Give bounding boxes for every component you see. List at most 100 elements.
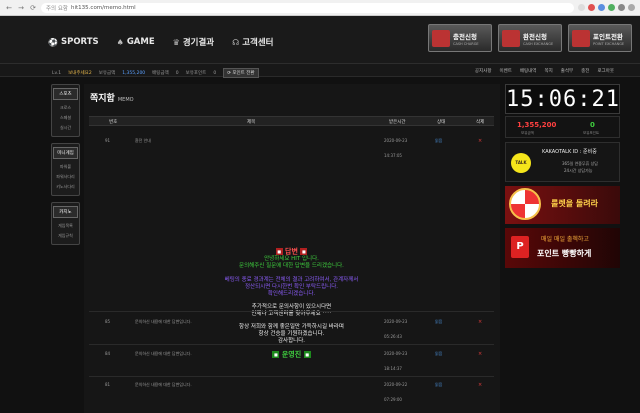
cash-icon	[572, 30, 590, 47]
memo-line: 확인해드리겠습니다.	[267, 290, 316, 297]
site-header: ⚽ SPORTS ♠ GAME ♛ 경기결과 ☊ 고객센터 충전신청 CASH CHAR…	[0, 16, 640, 64]
sidebar-item[interactable]: 파워사다리	[53, 172, 78, 182]
col-received-time: 받은시간	[389, 120, 406, 125]
cash-icon	[432, 30, 450, 47]
row-subject[interactable]: 문의하신 내용에 대한 답변입니다.	[135, 382, 192, 388]
trophy-icon: ♛	[172, 37, 180, 47]
bet-label: 배팅금액	[152, 71, 169, 76]
sidebar-item[interactable]: 게임규칙	[53, 231, 78, 241]
address-bar[interactable]: 주의 요함 hit135.com/memo.html	[41, 2, 574, 13]
profile-icon[interactable]	[618, 4, 625, 11]
row-date: 2020-09-23	[384, 351, 408, 356]
sidebar-item[interactable]: 스페셜	[53, 113, 78, 123]
row-divider	[89, 344, 494, 345]
row-time: 18:14:37	[384, 366, 402, 371]
col-status: 상태	[437, 120, 446, 125]
memo-box-icon: ■	[275, 248, 283, 255]
menu-bet-history[interactable]: 배팅내역	[520, 68, 537, 74]
kakaotalk-panel[interactable]: TALK KAKAOTALK ID : 준비중 365일 연중무휴 상담 24시…	[505, 142, 620, 182]
nav-results[interactable]: ♛ 경기결과	[172, 36, 215, 49]
table-row[interactable]: 81 문의하신 내용에 대한 답변입니다. 2020-09-22 07:29:0…	[89, 382, 494, 410]
main-nav: ⚽ SPORTS ♠ GAME ♛ 경기결과 ☊ 고객센터	[48, 36, 273, 48]
soccer-ball-icon: ⚽	[48, 37, 58, 47]
headset-icon: ☊	[232, 37, 240, 47]
money-label: 보유금액	[98, 71, 116, 76]
deposit-button[interactable]: 충전신청 CASH CHARGE	[428, 24, 492, 52]
row-status: 읽음	[435, 351, 443, 356]
star-icon[interactable]	[578, 4, 585, 11]
security-warning: 주의 요함	[46, 5, 68, 12]
menu-logout[interactable]: 로그아웃	[597, 68, 614, 74]
user-info: Lv.1 보내주세요2 보유금액 1,355,200 배팅금액 0 보유포인트 …	[52, 68, 259, 78]
calendar-point-icon: P	[511, 236, 529, 258]
nav-label: SPORTS	[60, 37, 99, 47]
nav-game[interactable]: ♠ GAME	[117, 36, 155, 48]
kakaotalk-id: KAKAOTALK ID : 준비중	[542, 149, 597, 155]
user-level: Lv.1	[52, 70, 62, 76]
menu-event[interactable]: 이벤트	[499, 68, 511, 74]
forward-icon[interactable]: →	[17, 4, 25, 12]
sidebar-item[interactable]: 크로스	[53, 103, 78, 113]
table-row[interactable]: 91 환전 안내 2020-09-23 14:37:05 읽음 ×	[89, 138, 494, 166]
sidebar-group-header[interactable]: 스포츠	[53, 88, 78, 100]
reload-icon[interactable]: ⟳	[29, 4, 37, 12]
sidebar-group-header[interactable]: 미니게임	[53, 147, 78, 159]
back-icon[interactable]: ←	[5, 4, 13, 12]
memo-line: 베팅의 종료 경과계는 전체의 결과 고려하여서, 관계자께서	[224, 276, 359, 283]
sidebar-item[interactable]: 게임목록	[53, 221, 78, 231]
button-sublabel: POINT EXCHANGE	[593, 42, 625, 46]
nav-sports[interactable]: ⚽ SPORTS	[48, 36, 99, 48]
col-subject: 제목	[247, 120, 256, 125]
delete-icon[interactable]: ×	[478, 351, 482, 357]
row-number: 91	[105, 138, 111, 143]
nav-label: 경기결과	[182, 38, 215, 48]
point-convert-button[interactable]: ⟳ 포인트 전환	[223, 68, 259, 78]
withdraw-button[interactable]: 환전신청 CASH EXCHANGE	[498, 24, 562, 52]
sidebar-group-minigame: 미니게임 파워볼 파워사다리 키노사다리	[51, 143, 80, 196]
sidebar-item[interactable]: 키노사다리	[53, 182, 78, 192]
balance-point: 0	[590, 121, 595, 129]
delete-icon[interactable]: ×	[478, 319, 482, 325]
point-exchange-button[interactable]: 포인트전환 POINT EXCHANGE	[568, 24, 632, 52]
row-date: 2020-09-22	[384, 382, 408, 387]
bet-value: 0	[175, 70, 179, 76]
table-row[interactable]: 85 문의하신 내용에 대한 답변입니다. 2020-09-23 05:26:4…	[89, 319, 494, 347]
top-action-buttons: 충전신청 CASH CHARGE 환전신청 CASH EXCHANGE 포인트전…	[428, 24, 632, 52]
menu-notice[interactable]: 공지사항	[475, 68, 492, 74]
extension-icon[interactable]	[598, 4, 605, 11]
delete-icon[interactable]: ×	[478, 138, 482, 144]
menu-attendance[interactable]: 출석부	[561, 68, 573, 74]
gamepad-icon: ♠	[116, 37, 124, 47]
row-status: 읽음	[435, 382, 443, 387]
attendance-point-banner[interactable]: P 매일 매일 출첵하고 포인트 빵빵하게	[505, 228, 620, 268]
extension-icon[interactable]	[588, 4, 595, 11]
row-status: 읽음	[435, 319, 443, 324]
row-divider	[89, 311, 494, 312]
menu-icon[interactable]	[628, 4, 635, 11]
row-subject[interactable]: 문의하신 내용에 대한 답변입니다.	[135, 351, 192, 357]
menu-charge[interactable]: 충전	[581, 68, 589, 74]
kakaotalk-icon: TALK	[511, 153, 531, 173]
row-time: 07:29:00	[384, 397, 402, 402]
row-subject[interactable]: 문의하신 내용에 대한 답변입니다.	[135, 319, 192, 325]
extension-icon[interactable]	[608, 4, 615, 11]
point-convert-label: 포인트 전환	[232, 71, 255, 76]
row-subject[interactable]: 환전 안내	[135, 138, 151, 144]
table-row[interactable]: 84 문의하신 내용에 대한 답변입니다. 2020-09-23 18:14:3…	[89, 351, 494, 379]
row-time: 14:37:05	[384, 153, 402, 158]
memo-line: 추가적으로 문의사항이 있으시다면	[251, 303, 332, 310]
balance-panel: 1,355,200 0 보유금액 보유포인트	[505, 116, 620, 138]
sidebar-group-header[interactable]: 카지노	[53, 206, 78, 218]
row-divider	[89, 376, 494, 377]
nav-label: 고객센터	[242, 38, 274, 48]
sidebar-item[interactable]: 실시간	[53, 123, 78, 133]
row-status: 읽음	[435, 138, 443, 143]
menu-memo[interactable]: 쪽지	[544, 68, 552, 74]
banner-maintext: 포인트 빵빵하게	[537, 249, 592, 258]
user-menu: 공지사항 이벤트 배팅내역 쪽지 출석부 충전 로그아웃	[475, 68, 614, 74]
nav-support[interactable]: ☊ 고객센터	[232, 36, 274, 49]
sidebar-item[interactable]: 파워볼	[53, 162, 78, 172]
page-subtitle: MEMO	[117, 97, 134, 103]
delete-icon[interactable]: ×	[478, 382, 482, 388]
roulette-banner[interactable]: 룰렛을 돌려라	[505, 186, 620, 224]
